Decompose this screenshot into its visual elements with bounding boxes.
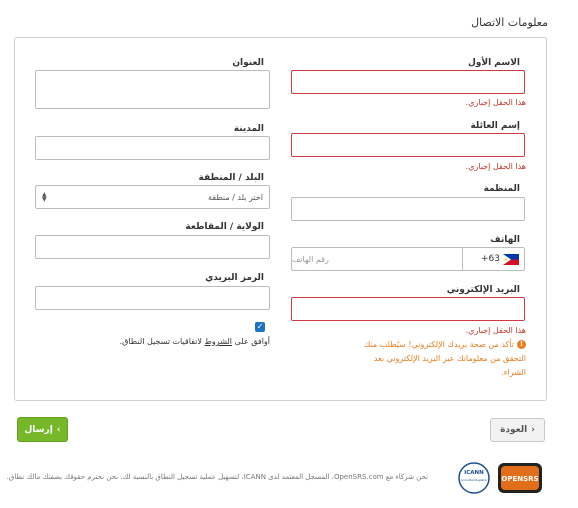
chevron-left-icon: ‹ [56, 424, 61, 435]
phone-number-input[interactable]: رقم الهاتف [292, 248, 462, 270]
country-label: البلد / المنطقة [198, 173, 264, 183]
country-select-value: اختر بلد / منطقة [208, 192, 263, 202]
country-select[interactable]: ▲ ▼ اختر بلد / منطقة [35, 185, 270, 209]
phone-field: رقم الهاتف +63 [291, 247, 525, 271]
address-label: العنوان [232, 58, 264, 68]
postal-input[interactable] [35, 286, 270, 310]
icann-sub-text: Accredited Registrar [461, 478, 488, 482]
last-name-label: إسم العائلة [470, 121, 520, 131]
city-label: المدينة [233, 124, 264, 134]
email-warning: !تأكد من صحة بريدك الإلكتروني! سيُطلب من… [363, 340, 526, 377]
organization-input[interactable] [291, 197, 525, 221]
submit-label: إرسال [24, 424, 53, 435]
agree-text: أوافق على الشروط لاتفاقيات تسجيل النطاق. [119, 337, 270, 346]
email-label: البريد الإلكتروني [446, 285, 520, 295]
country-code-selector[interactable]: +63 [462, 248, 524, 270]
first-name-label: الاسم الأول [467, 58, 520, 68]
postal-label: الرمز البريدي [205, 273, 264, 283]
opensrs-logo: OPENSRS [498, 463, 542, 493]
info-icon: ! [517, 340, 526, 349]
city-input[interactable] [35, 136, 270, 160]
agree-checkbox[interactable]: ✓ [255, 322, 265, 332]
first-name-input[interactable] [291, 70, 525, 94]
last-name-input[interactable] [291, 133, 525, 157]
chevron-right-icon: › [531, 425, 535, 435]
footer-text: نحن شركاء مع OpenSRS.com، المسجل المعتمد… [6, 473, 428, 481]
back-label: العودة [500, 425, 528, 435]
back-button[interactable]: العودة › [490, 418, 545, 442]
opensrs-text: OPENSRS [501, 475, 538, 483]
icann-logo: ICANN Accredited Registrar [458, 462, 490, 494]
state-label: الولاية / المقاطعة [185, 222, 264, 232]
email-input[interactable] [291, 297, 525, 321]
partner-logos: ICANN Accredited Registrar OPENSRS [458, 459, 544, 497]
country-code: +63 [481, 254, 500, 264]
state-input[interactable] [35, 235, 270, 259]
email-error: هذا الحقل إجباري. [465, 326, 526, 335]
submit-button[interactable]: إرسال ‹ [17, 417, 68, 442]
first-name-error: هذا الحقل إجباري. [465, 98, 526, 107]
icann-text: ICANN [464, 470, 484, 476]
section-title: معلومات الاتصال [471, 16, 548, 29]
address-input[interactable] [35, 70, 270, 109]
organization-label: المنظمة [483, 184, 520, 194]
philippines-flag-icon [503, 253, 519, 265]
last-name-error: هذا الحقل إجباري. [465, 162, 526, 171]
select-arrows-icon: ▲ ▼ [42, 191, 47, 203]
phone-label: الهاتف [490, 235, 520, 245]
terms-link[interactable]: الشروط [205, 337, 232, 346]
icann-opensrs-logos: ICANN Accredited Registrar OPENSRS [458, 462, 542, 494]
